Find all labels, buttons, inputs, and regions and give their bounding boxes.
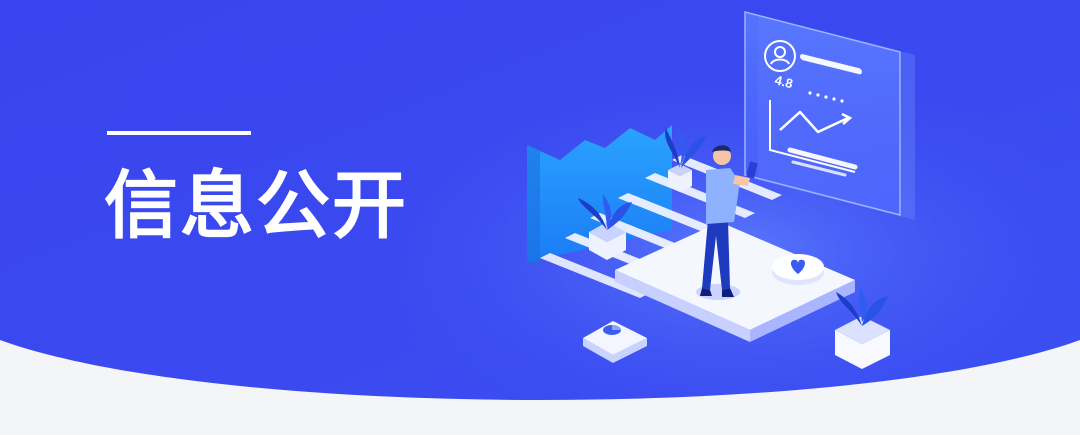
mountain-side [527,145,540,268]
page-title: 信息公开 [104,163,408,249]
heart-badge [772,254,824,285]
plant-pot-icon [835,288,890,369]
title-underline [107,131,251,135]
